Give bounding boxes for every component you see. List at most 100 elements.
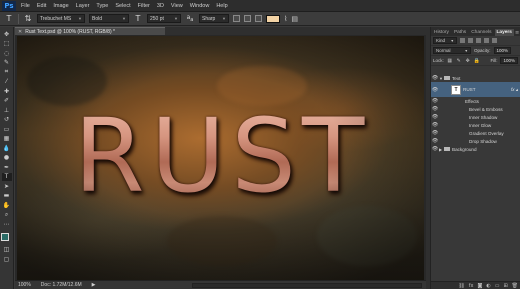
menu-edit[interactable]: Edit (37, 3, 46, 9)
tab-paths[interactable]: Paths (452, 29, 468, 36)
new-layer-icon[interactable]: ⊞ (503, 283, 507, 289)
lock-transparent-icon[interactable]: ▦ (447, 58, 453, 64)
hand-tool-icon[interactable]: ✋ (2, 201, 12, 210)
quick-mask-icon[interactable]: ◫ (2, 246, 12, 255)
layer-rust[interactable]: 👁 T RUST fx ▴ (431, 82, 520, 97)
link-icon[interactable]: ⛓ (458, 283, 464, 289)
tab-history[interactable]: History (432, 29, 451, 36)
layer-effect-item[interactable]: 👁 Bevel & Emboss (431, 105, 520, 113)
menu-view[interactable]: View (171, 3, 183, 9)
align-left-button[interactable] (233, 15, 240, 22)
visibility-eye-icon[interactable]: 👁 (431, 106, 439, 112)
filter-smart-object-icon[interactable] (492, 38, 497, 43)
menu-window[interactable]: Window (190, 3, 210, 9)
app-logo[interactable]: Ps (2, 0, 16, 11)
dodge-tool-icon[interactable]: ● (2, 154, 12, 163)
blend-mode-select[interactable]: Normal ▼ (433, 47, 471, 54)
filter-adjustment-icon[interactable] (468, 38, 473, 43)
character-panel-icon[interactable]: ▤ (291, 15, 298, 23)
visibility-eye-icon[interactable]: 👁 (431, 87, 439, 93)
healing-brush-tool-icon[interactable]: ✚ (2, 87, 12, 96)
shape-tool-icon[interactable]: ▬ (2, 192, 12, 201)
layer-group-text[interactable]: 👁 ▼ Text (431, 74, 520, 82)
marquee-tool-icon[interactable]: ⬚ (2, 40, 12, 49)
menu-filter[interactable]: Filter (138, 3, 150, 9)
move-tool-icon[interactable]: ✥ (2, 30, 12, 39)
filter-pixel-icon[interactable] (460, 38, 465, 43)
menu-3d[interactable]: 3D (157, 3, 164, 9)
close-icon[interactable]: ✕ (18, 29, 22, 35)
menu-select[interactable]: Select (115, 3, 130, 9)
color-chips[interactable] (0, 232, 13, 245)
menu-file[interactable]: File (21, 3, 30, 9)
eyedropper-tool-icon[interactable]: ⁄ (2, 78, 12, 87)
visibility-eye-icon[interactable]: 👁 (431, 114, 439, 120)
filter-kind-select[interactable]: Kind ▼ (433, 37, 457, 44)
more-tools-icon[interactable]: ⋯ (2, 220, 12, 229)
zoom-level[interactable]: 100% (18, 282, 31, 288)
document-tab[interactable]: ✕ Rust Text.psd @ 100% (RUST, RGB/8) * (15, 27, 165, 35)
mask-icon[interactable]: ◙ (477, 283, 482, 289)
text-orientation-icon[interactable]: ⇅ (23, 14, 33, 23)
quick-select-tool-icon[interactable]: ✎ (2, 59, 12, 68)
zoom-tool-icon[interactable]: ⌕ (2, 211, 12, 220)
clone-stamp-tool-icon[interactable]: ⊥ (2, 106, 12, 115)
opacity-input[interactable]: 100% (493, 47, 512, 54)
visibility-eye-icon[interactable]: 👁 (431, 146, 439, 152)
lock-position-icon[interactable]: ✥ (465, 58, 471, 64)
foreground-color-chip[interactable] (0, 232, 9, 241)
tab-layers[interactable]: Layers (494, 29, 514, 36)
text-color-swatch[interactable] (266, 14, 280, 23)
lock-all-icon[interactable]: 🔒 (474, 58, 480, 64)
visibility-eye-icon[interactable]: 👁 (431, 98, 439, 104)
layer-effect-item[interactable]: 👁 Inner Shadow (431, 113, 520, 121)
history-brush-tool-icon[interactable]: ↺ (2, 116, 12, 125)
photoshop-window: Ps File Edit Image Layer Type Select Fil… (0, 0, 520, 289)
panel-menu-icon[interactable]: ≡ (515, 30, 520, 36)
layer-effect-item[interactable]: 👁 Inner Glow (431, 121, 520, 129)
adjustment-icon[interactable]: ◐ (486, 283, 490, 289)
filter-shape-icon[interactable] (484, 38, 489, 43)
type-tool-icon[interactable]: T (1, 172, 12, 181)
fill-input[interactable]: 100% (500, 57, 518, 64)
font-family-select[interactable]: Trebuchet MS ▼ (37, 14, 85, 23)
status-menu-icon[interactable]: ▶ (92, 282, 96, 288)
menu-image[interactable]: Image (53, 3, 68, 9)
align-right-button[interactable] (255, 15, 262, 22)
layer-effect-item[interactable]: 👁 Gradient Overlay (431, 129, 520, 137)
font-size-select[interactable]: 250 pt ▼ (147, 14, 181, 23)
horizontal-scrollbar[interactable] (192, 282, 422, 288)
visibility-eye-icon[interactable]: 👁 (431, 75, 439, 81)
align-center-button[interactable] (244, 15, 251, 22)
pen-tool-icon[interactable]: ✒ (2, 163, 12, 172)
layer-group-background[interactable]: 👁 ▶ Background (431, 145, 520, 153)
canvas[interactable]: RUST (17, 36, 424, 280)
menu-type[interactable]: Type (96, 3, 108, 9)
fx-icon[interactable]: fx (469, 283, 474, 289)
crop-tool-icon[interactable]: ⌗ (2, 68, 12, 77)
eraser-tool-icon[interactable]: ▭ (2, 125, 12, 134)
gradient-tool-icon[interactable]: ▦ (2, 135, 12, 144)
new-group-icon[interactable]: ▭ (495, 283, 500, 289)
brush-tool-icon[interactable]: ✐ (2, 97, 12, 106)
type-tool-icon[interactable]: T (4, 14, 14, 23)
path-select-tool-icon[interactable]: ➤ (2, 182, 12, 191)
font-style-select[interactable]: Bold ▼ (89, 14, 129, 23)
menu-layer[interactable]: Layer (76, 3, 90, 9)
screen-mode-icon[interactable]: ▢ (2, 255, 12, 264)
visibility-eye-icon[interactable]: 👁 (431, 122, 439, 128)
antialias-select[interactable]: Sharp ▼ (199, 14, 229, 23)
tab-channels[interactable]: Channels (469, 29, 493, 36)
lasso-tool-icon[interactable]: ◌ (2, 49, 12, 58)
lock-image-icon[interactable]: ✎ (456, 58, 462, 64)
menu-help[interactable]: Help (216, 3, 227, 9)
warp-text-icon[interactable]: ⌇ (284, 15, 287, 23)
layer-effects-header[interactable]: 👁 Effects (431, 97, 520, 105)
blur-tool-icon[interactable]: 💧 (2, 144, 12, 153)
fx-icon[interactable]: fx ▴ (511, 87, 518, 93)
filter-type-icon[interactable] (476, 38, 481, 43)
trash-icon[interactable]: 🗑 (512, 283, 518, 289)
visibility-eye-icon[interactable]: 👁 (431, 138, 439, 144)
visibility-eye-icon[interactable]: 👁 (431, 130, 439, 136)
layer-effect-item[interactable]: 👁 Drop Shadow (431, 137, 520, 145)
